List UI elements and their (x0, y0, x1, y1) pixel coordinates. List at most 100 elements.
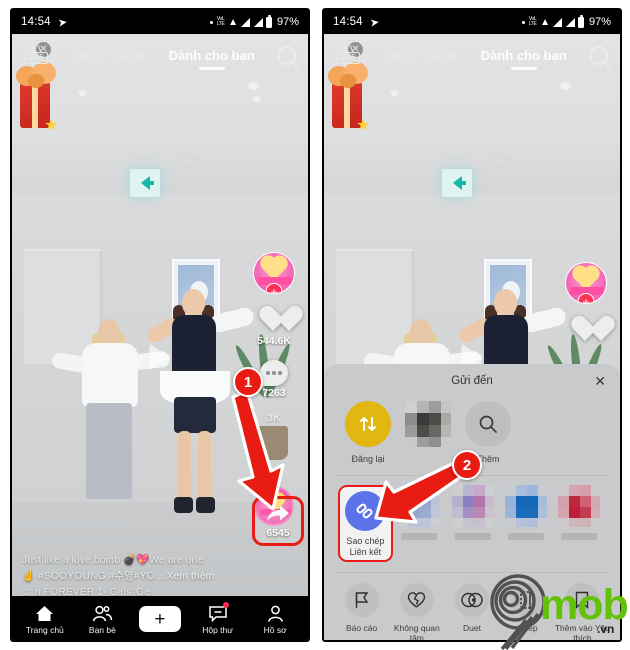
profile-icon (267, 604, 284, 623)
share-app-item[interactable] (446, 485, 499, 540)
top-tabs-left: LIVE Đang Follow Dành cho bạn (12, 34, 308, 76)
tab-following[interactable]: Đang Follow (70, 44, 146, 67)
paper-plane-icon: ➤ (369, 15, 380, 30)
exit-arrow-tail (146, 181, 154, 185)
live-button[interactable]: LIVE (24, 46, 49, 64)
caption-hashtags: ☝ #SOOYOUNG #수영#YO... (22, 570, 164, 582)
battery-icon (266, 14, 273, 28)
nav-item-create[interactable]: + (132, 606, 188, 632)
signal-icon-2 (253, 17, 263, 27)
like-button[interactable]: 544.6K (257, 307, 291, 347)
share-app-item[interactable] (499, 485, 552, 540)
nav-label-friends: Bạn bè (88, 624, 116, 635)
repost-icon (345, 401, 391, 447)
link-icon (345, 491, 386, 531)
status-time: 14:54 (333, 16, 363, 28)
status-dot-icon (522, 20, 526, 24)
phone-left: 14:54 ➤ VoL LTE ▲ 97% ★ ✕ + 544.6K 7263 … (10, 8, 310, 642)
status-dot-icon (210, 20, 214, 24)
share-arrow-icon (267, 505, 289, 521)
heart-icon (571, 317, 601, 344)
action-not-interested[interactable]: Không quan tâm (389, 583, 444, 640)
dancer-skirt (86, 403, 132, 499)
share-button-highlighted[interactable]: 6545 (252, 496, 304, 546)
dancer-shoe (174, 497, 193, 513)
ceiling-ring (484, 156, 512, 168)
watermark: mobi .vn (482, 570, 630, 650)
ceiling-lamp-3 (252, 96, 261, 102)
ceiling-ring (172, 156, 200, 168)
dancer-head (494, 289, 517, 316)
follow-button[interactable]: + (577, 293, 595, 303)
battery-icon (578, 14, 585, 28)
tab-for-you[interactable]: Dành cho bạn (479, 44, 569, 67)
action-label: Báo cáo (346, 623, 378, 633)
app-icon-blurred (558, 485, 601, 527)
app-label-blurred (401, 533, 438, 540)
caption-line-1: Just like a love bomb 💣💖We are one (22, 554, 204, 566)
nav-label-inbox: Hộp thư (202, 624, 233, 635)
avatar[interactable]: + (253, 252, 295, 294)
exit-arrow-tail (458, 181, 466, 185)
gift-star-icon: ★ (44, 117, 59, 134)
paper-plane-icon: ➤ (57, 15, 68, 30)
nav-item-profile[interactable]: Hồ sơ (247, 604, 303, 635)
share-target-repost[interactable]: Đăng lại (338, 401, 398, 465)
close-icon[interactable]: ✕ (594, 374, 606, 388)
nav-item-inbox[interactable]: Hộp thư (190, 601, 246, 635)
play-icon[interactable] (149, 344, 171, 370)
bookmark-count: 3K (267, 412, 281, 424)
search-icon[interactable] (589, 45, 608, 65)
video-player-left[interactable]: ★ ✕ + 544.6K 7263 3K 6545 Just like a lo… (12, 34, 308, 640)
battery-percent: 97% (276, 16, 299, 28)
share-app-item[interactable] (553, 485, 606, 540)
dancer-body (82, 343, 138, 407)
comment-button[interactable]: 7263 (260, 360, 288, 399)
ceiling-lamp-2 (560, 82, 571, 90)
dancer-head (182, 289, 205, 316)
search-icon[interactable] (277, 45, 296, 65)
gift-ribbon (32, 82, 38, 128)
home-icon (35, 604, 54, 623)
gift-bow (340, 74, 356, 88)
app-label-blurred (454, 533, 491, 540)
inbox-icon (208, 601, 229, 623)
action-report[interactable]: Báo cáo (334, 583, 389, 640)
avatar[interactable]: + (565, 262, 607, 304)
caption-line-2: ☝ #SOOYOUNG #수영#YO... Xem thêm (22, 568, 237, 584)
share-app-item[interactable] (393, 485, 446, 540)
ceiling-lamp-1 (78, 90, 87, 96)
ceiling-lamp-2 (248, 82, 259, 90)
see-more-link[interactable]: Xem thêm (166, 570, 214, 582)
follow-button[interactable]: + (265, 283, 283, 293)
screenshot-stage: 14:54 ➤ VoL LTE ▲ 97% ★ ✕ + 544.6K 7263 … (0, 0, 630, 650)
dancer-shorts (174, 397, 216, 433)
tab-for-you[interactable]: Dành cho bạn (167, 44, 257, 67)
like-button[interactable] (571, 317, 601, 344)
app-label-blurred (561, 533, 598, 540)
copy-link-label: Sao chép Liên kết (346, 536, 385, 557)
live-button[interactable]: LIVE (336, 46, 361, 64)
status-icons: VoL LTE ▲ 97% (210, 14, 299, 28)
share-target-contact[interactable] (398, 401, 458, 454)
copy-link-button[interactable]: Sao chép Liên kết (338, 485, 393, 562)
signal-icon-1 (553, 17, 563, 27)
contact-avatar-blurred (405, 401, 451, 447)
share-count: 6545 (266, 526, 290, 539)
status-bar-right: 14:54 ➤ VoL LTE ▲ 97% (324, 10, 620, 34)
app-icon-blurred (398, 485, 441, 527)
share-target-label: Đăng lại (351, 454, 385, 464)
bookmark-button[interactable]: 3K (267, 412, 280, 424)
watermark-brand: mobi (540, 581, 630, 629)
nav-item-friends[interactable]: Bạn bè (74, 604, 130, 635)
video-player-right[interactable]: ★ ✕ + Gửi đến ✕ Đăng lại Thêm Sao chép L… (324, 34, 620, 640)
comment-count: 7263 (262, 387, 286, 399)
like-count: 544.6K (257, 335, 291, 347)
tab-following[interactable]: Đang Follow (382, 44, 458, 67)
live-label: LIVE (336, 52, 361, 64)
phone-right: 14:54 ➤ VoL LTE ▲ 97% ★ ✕ + Gửi đến ✕ Đă… (322, 8, 622, 642)
dancer-leg (198, 431, 211, 503)
top-tabs-right: LIVE Đang Follow Dành cho bạn (324, 34, 620, 76)
nav-item-home[interactable]: Trang chủ (17, 604, 73, 635)
app-icon-blurred (505, 485, 547, 527)
